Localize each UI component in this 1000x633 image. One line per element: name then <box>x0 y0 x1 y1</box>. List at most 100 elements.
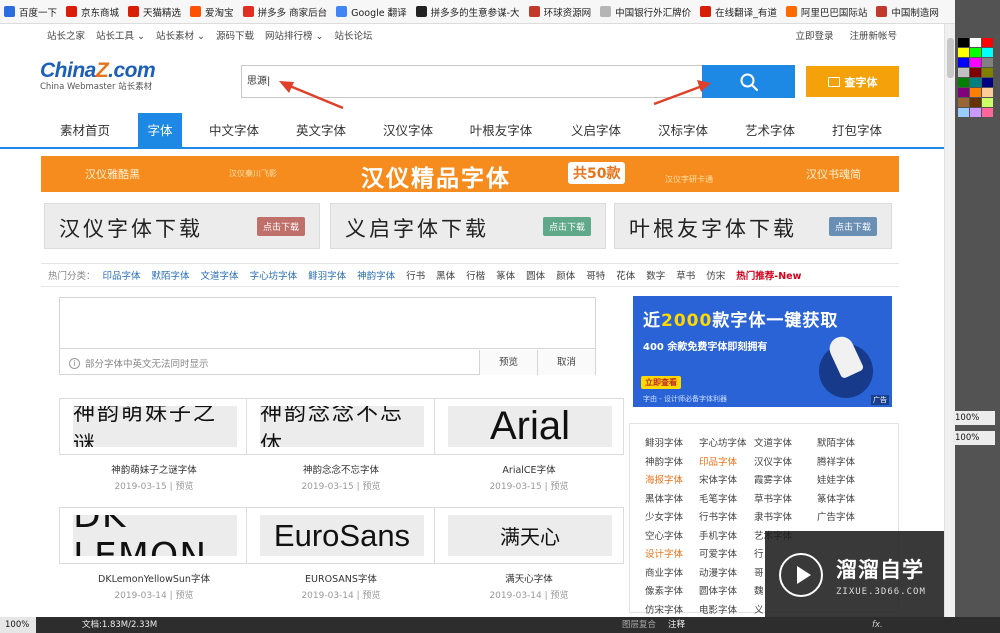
font-tag-link[interactable]: 毛笔字体 <box>699 491 737 505</box>
font-tag-link[interactable]: 宋体字体 <box>699 472 737 486</box>
font-tag-link[interactable]: 动漫字体 <box>699 565 737 579</box>
font-tag-link[interactable]: 可爱字体 <box>699 546 737 560</box>
font-tag-link[interactable]: 印品字体 <box>699 454 737 468</box>
hot-category-link[interactable]: 篆体 <box>496 268 515 282</box>
font-tag-link[interactable]: 鲱羽字体 <box>645 435 683 449</box>
yegenyou-download-banner[interactable]: 叶根友字体下载 点击下载 <box>614 203 892 249</box>
color-swatch[interactable] <box>970 108 981 117</box>
color-swatch[interactable] <box>970 58 981 67</box>
color-swatch[interactable] <box>958 88 969 97</box>
font-name-link[interactable]: 满天心字体 <box>434 571 624 585</box>
color-swatch[interactable] <box>970 48 981 57</box>
nav-tab[interactable]: 叶根友字体 <box>452 113 550 149</box>
nav-tab[interactable]: 汉标字体 <box>641 113 725 149</box>
font-name-link[interactable]: EUROSANS字体 <box>246 571 436 585</box>
color-swatch[interactable] <box>958 38 969 47</box>
color-swatch[interactable] <box>958 78 969 87</box>
hot-category-link[interactable]: 仿宋 <box>706 268 725 282</box>
color-swatch[interactable] <box>982 68 993 77</box>
font-tag-link[interactable]: 圆体字体 <box>699 583 737 597</box>
download-button[interactable]: 点击下载 <box>256 217 305 236</box>
font-card[interactable]: 神韵萌妹子之谜 <box>59 398 249 455</box>
font-tag-link[interactable]: 手机字体 <box>699 528 737 542</box>
color-swatch[interactable] <box>982 78 993 87</box>
color-swatch[interactable] <box>982 98 993 107</box>
font-tag-link[interactable]: 腾祥字体 <box>817 454 855 468</box>
color-swatch[interactable] <box>982 108 993 117</box>
hot-category-link[interactable]: 文道字体 <box>201 268 239 282</box>
color-swatch[interactable] <box>970 68 981 77</box>
font-tag-link[interactable]: 草书字体 <box>754 491 792 505</box>
font-card[interactable]: 满天心 <box>434 507 624 564</box>
hot-category-link[interactable]: 印品字体 <box>103 268 141 282</box>
hot-category-link[interactable]: 神韵字体 <box>357 268 395 282</box>
color-swatch[interactable] <box>958 98 969 107</box>
opacity-field[interactable]: 100% <box>953 411 995 425</box>
color-swatch[interactable] <box>982 88 993 97</box>
nav-tab[interactable]: 字体 <box>138 113 182 149</box>
hot-category-link[interactable]: 热门推荐-New <box>736 268 801 282</box>
nav-tab[interactable]: 中文字体 <box>192 113 276 149</box>
color-swatch[interactable] <box>970 88 981 97</box>
hot-category-link[interactable]: 数字 <box>646 268 665 282</box>
hanyi-promo-banner[interactable]: 汉仪雅酷黑 汉仪秦川飞影 汉仪精品字体 共50款 汉仪字研卡通 汉仪书魂简 <box>41 156 899 192</box>
hot-category-link[interactable]: 黑体 <box>436 268 455 282</box>
fill-field[interactable]: 100% <box>953 431 995 445</box>
download-button[interactable]: 点击下载 <box>828 217 877 236</box>
hot-category-link[interactable]: 草书 <box>676 268 695 282</box>
color-swatch[interactable] <box>982 58 993 67</box>
nav-tab[interactable]: 义启字体 <box>554 113 638 149</box>
preview-link[interactable]: 预览 <box>551 482 569 492</box>
color-swatch[interactable] <box>982 48 993 57</box>
font-tag-link[interactable]: 霞雾字体 <box>754 472 792 486</box>
color-swatch[interactable] <box>958 48 969 57</box>
font-name-link[interactable]: DKLemonYellowSun字体 <box>59 571 249 585</box>
zoom-level[interactable]: 100% <box>0 617 36 633</box>
color-swatch[interactable] <box>958 58 969 67</box>
font-name-link[interactable]: 神韵萌妹子之谜字体 <box>59 462 249 476</box>
hot-category-link[interactable]: 鲱羽字体 <box>308 268 346 282</box>
font-tag-link[interactable]: 篆体字体 <box>817 491 855 505</box>
ziyou-ad-banner[interactable]: 近2000款字体一键获取 400 余款免费字体即刻拥有 立即查看 字由 - 设计… <box>633 296 892 407</box>
hot-category-link[interactable]: 字心坊字体 <box>250 268 298 282</box>
nav-tab[interactable]: 艺术字体 <box>728 113 812 149</box>
font-card[interactable]: DK LEMON <box>59 507 249 564</box>
nav-tab[interactable]: 汉仪字体 <box>366 113 450 149</box>
hot-category-link[interactable]: 行书 <box>406 268 425 282</box>
cancel-button[interactable]: 取消 <box>537 350 595 375</box>
font-tag-link[interactable]: 义 <box>754 602 764 616</box>
nav-tab[interactable]: 素材首页 <box>42 113 128 149</box>
font-tag-link[interactable]: 商业字体 <box>645 565 683 579</box>
fx-icon[interactable]: fx. <box>872 617 883 633</box>
color-swatch[interactable] <box>970 78 981 87</box>
font-tag-link[interactable]: 电影字体 <box>699 602 737 616</box>
preview-link[interactable]: 预览 <box>363 591 381 601</box>
font-tag-link[interactable]: 空心字体 <box>645 528 683 542</box>
font-card[interactable]: EuroSans <box>246 507 436 564</box>
font-tag-link[interactable]: 哥 <box>754 565 764 579</box>
nav-tab[interactable]: 打包字体 <box>815 113 899 149</box>
font-tag-link[interactable]: 行 <box>754 546 764 560</box>
notes-tab[interactable]: 注释 <box>668 617 685 633</box>
font-tag-link[interactable]: 娃娃字体 <box>817 472 855 486</box>
color-swatch[interactable] <box>970 38 981 47</box>
font-tag-link[interactable]: 行书字体 <box>699 509 737 523</box>
preview-link[interactable]: 预览 <box>176 591 194 601</box>
preview-button[interactable]: 预览 <box>479 350 537 375</box>
font-tag-link[interactable]: 魏 <box>754 583 764 597</box>
page-scrollbar[interactable] <box>944 24 955 617</box>
scrollbar-thumb[interactable] <box>947 38 954 78</box>
font-tag-link[interactable]: 仿宋字体 <box>645 602 683 616</box>
hanyi-download-banner[interactable]: 汉仪字体下载 点击下载 <box>44 203 320 249</box>
font-tag-link[interactable]: 隶书字体 <box>754 509 792 523</box>
font-tag-link[interactable]: 设计字体 <box>645 546 683 560</box>
nav-tab[interactable]: 英文字体 <box>279 113 363 149</box>
preview-link[interactable]: 预览 <box>176 482 194 492</box>
font-name-link[interactable]: 神韵念念不忘字体 <box>246 462 436 476</box>
font-tag-link[interactable]: 神韵字体 <box>645 454 683 468</box>
font-tag-link[interactable]: 少女字体 <box>645 509 683 523</box>
hot-category-link[interactable]: 默陌字体 <box>152 268 190 282</box>
ad-cta-button[interactable]: 立即查看 <box>641 376 681 389</box>
font-tag-link[interactable]: 海报字体 <box>645 472 683 486</box>
hot-category-link[interactable]: 花体 <box>616 268 635 282</box>
